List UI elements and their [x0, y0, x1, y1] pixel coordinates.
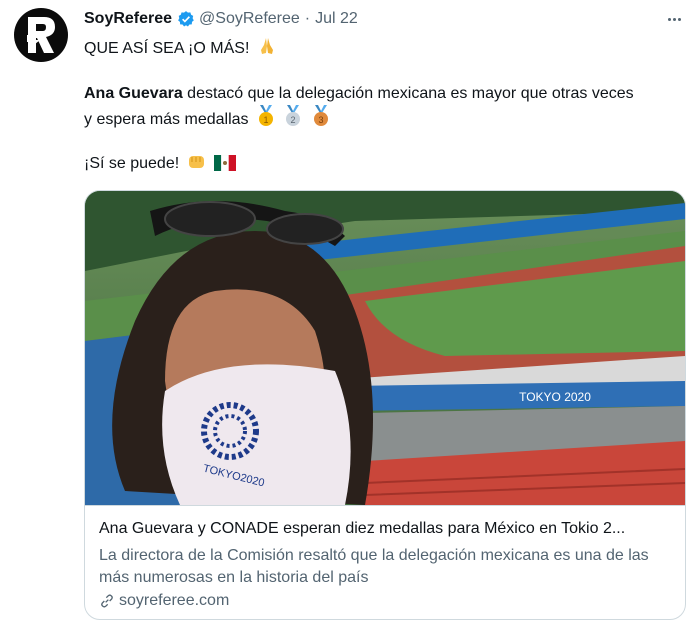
verified-badge-icon	[177, 10, 195, 28]
bronze-medal-icon: 3	[311, 105, 331, 135]
more-options-icon[interactable]	[662, 9, 686, 29]
silver-medal-number: 2	[291, 115, 296, 125]
fist-icon	[187, 153, 207, 179]
card-domain[interactable]: soyreferee.com	[99, 592, 229, 610]
link-icon	[99, 593, 115, 609]
tweet-date[interactable]: Jul 22	[315, 10, 358, 28]
tweet-line-4: ¡Sí se puede!	[84, 152, 684, 179]
tweet-line-1-text: QUE ASÍ SEA ¡O MÁS!	[84, 40, 250, 57]
author-name[interactable]: SoyReferee	[84, 10, 172, 28]
card-domain-text: soyreferee.com	[119, 592, 230, 609]
mention-name: Ana Guevara	[84, 85, 183, 102]
folded-hands-icon	[257, 36, 277, 64]
stadium-banner-text: TOKYO 2020	[519, 390, 591, 404]
link-preview-card[interactable]: TOKYO2020 TOKYO 2020 Ana Guevara y CONAD…	[84, 190, 686, 620]
gold-medal-number: 1	[263, 115, 268, 125]
tweet-header: SoyReferee @SoyReferee · Jul 22	[84, 8, 686, 30]
bronze-medal-number: 3	[318, 115, 323, 125]
avatar[interactable]	[14, 8, 68, 62]
gold-medal-icon: 1	[256, 105, 276, 135]
silver-medal-icon: 2	[283, 105, 303, 135]
card-body: Ana Guevara y CONADE esperan diez medall…	[85, 505, 685, 619]
tweet-line-2-text: destacó que la delegación mexicana es ma…	[182, 85, 634, 102]
card-description: La directora de la Comisión resaltó que …	[99, 547, 649, 586]
tweet-line-3: y espera más medallas 1 2 3	[84, 105, 684, 135]
card-photo: TOKYO2020 TOKYO 2020	[85, 191, 685, 505]
tweet-line-4-text: ¡Sí se puede!	[84, 155, 180, 172]
card-title[interactable]: Ana Guevara y CONADE esperan diez medall…	[99, 520, 625, 538]
stadium-photo: TOKYO2020 TOKYO 2020	[85, 191, 685, 505]
tweet-line-3-text: y espera más medallas	[84, 111, 249, 128]
tweet-line-2: Ana Guevara destacó que la delegación me…	[84, 82, 684, 106]
soyreferee-logo-icon	[27, 17, 55, 53]
separator-dot: ·	[304, 10, 311, 27]
tweet-line-1: QUE ASÍ SEA ¡O MÁS!	[84, 36, 684, 64]
mexico-flag-icon	[214, 154, 237, 179]
author-handle[interactable]: @SoyReferee	[199, 10, 300, 28]
